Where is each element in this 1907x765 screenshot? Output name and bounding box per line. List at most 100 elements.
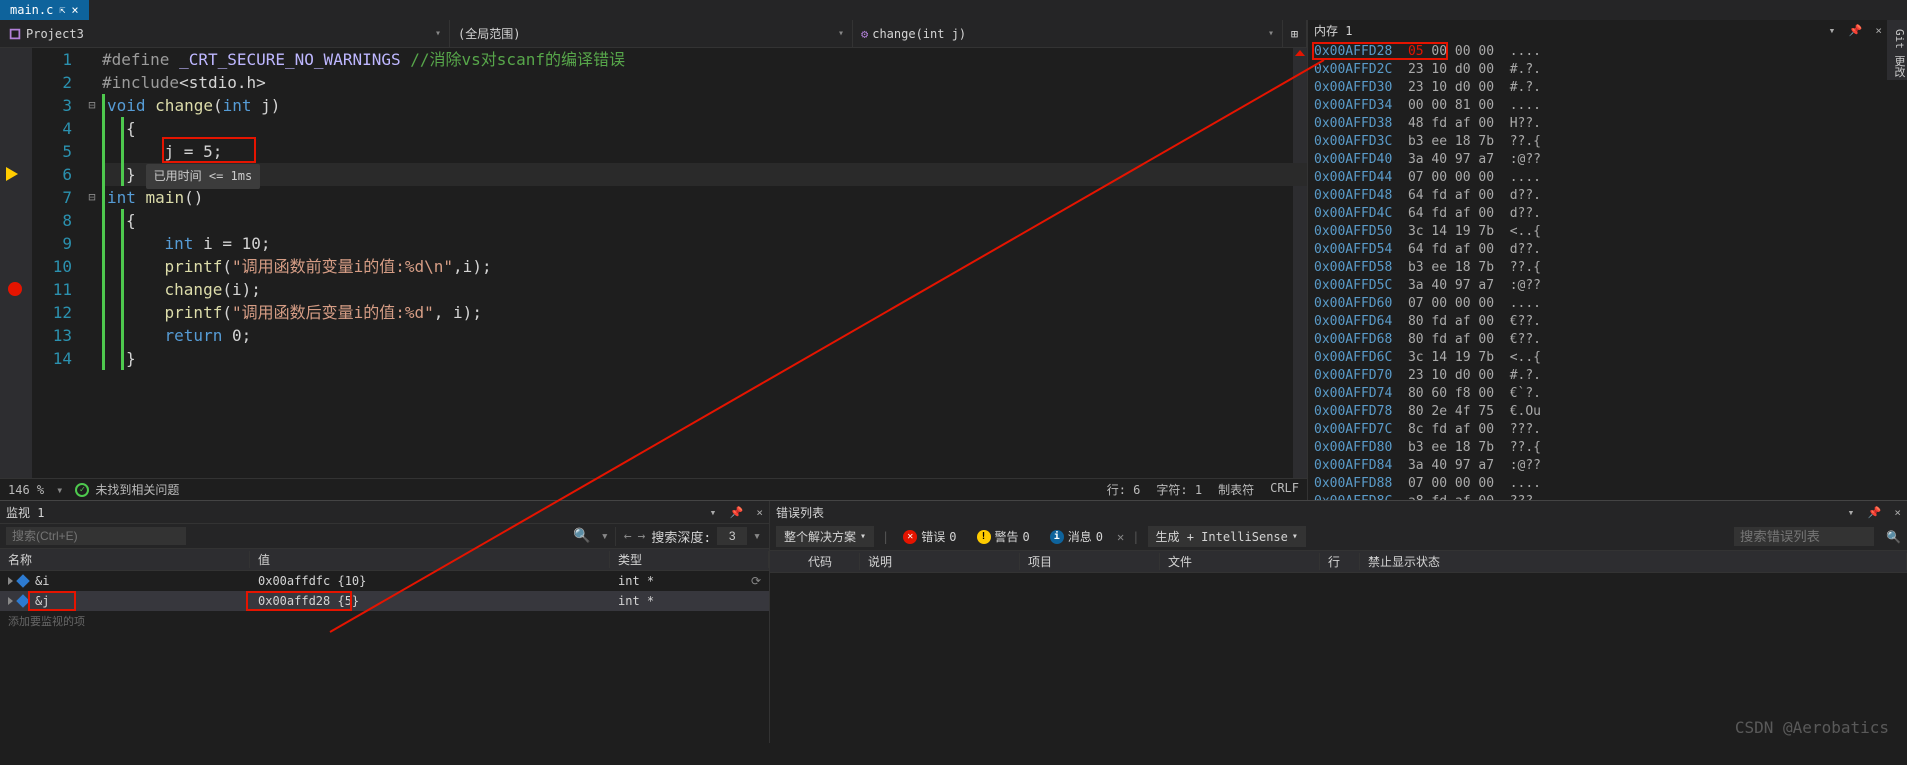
search-icon[interactable]: 🔍	[573, 528, 590, 544]
close-icon[interactable]: ×	[1875, 24, 1882, 37]
messages-filter-button[interactable]: i 消息 0	[1044, 526, 1109, 547]
watch-col-type[interactable]: 类型	[610, 551, 769, 568]
err-col-proj[interactable]: 项目	[1020, 553, 1160, 570]
code-line[interactable]: #define _CRT_SECURE_NO_WARNINGS //消除vs对s…	[102, 48, 1307, 71]
project-crumb[interactable]: Project3 ▾	[0, 20, 450, 47]
pin-icon[interactable]: 📌	[1848, 24, 1862, 37]
memory-line[interactable]: 0x00AFFD58 b3 ee 18 7b ??.{	[1314, 260, 1882, 278]
pin-icon[interactable]: ⇱	[59, 5, 65, 16]
warnings-filter-button[interactable]: ! 警告 0	[971, 526, 1036, 547]
memory-line[interactable]: 0x00AFFD3C b3 ee 18 7b ??.{	[1314, 134, 1882, 152]
err-col-sup[interactable]: 禁止显示状态	[1360, 553, 1907, 570]
errors-filter-label: 错误	[921, 528, 945, 545]
code-line[interactable]: {	[102, 209, 1307, 232]
memory-line[interactable]: 0x00AFFD88 07 00 00 00 ....	[1314, 476, 1882, 494]
err-col-desc[interactable]: 说明	[860, 553, 1020, 570]
window-menu-icon[interactable]: ▾	[1829, 24, 1836, 37]
expand-icon[interactable]	[8, 597, 13, 605]
watch-row[interactable]: &j0x00affd28 {5}int *	[0, 591, 769, 611]
line-number: 6	[32, 163, 72, 186]
watch-col-value[interactable]: 值	[250, 551, 610, 568]
memory-line[interactable]: 0x00AFFD78 80 2e 4f 75 €.Ou	[1314, 404, 1882, 422]
memory-line[interactable]: 0x00AFFD84 3a 40 97 a7 :@??	[1314, 458, 1882, 476]
memory-line[interactable]: 0x00AFFD68 80 fd af 00 €??.	[1314, 332, 1882, 350]
code-editor[interactable]: 1234567891011121314 ⊟⊟ #define _CRT_SECU…	[0, 48, 1307, 478]
execution-pointer-icon	[6, 167, 18, 181]
expand-icon[interactable]	[8, 577, 13, 585]
zoom-level[interactable]: 146 %	[8, 483, 44, 497]
chevron-down-icon[interactable]: ▾	[753, 529, 761, 544]
split-icon[interactable]: ⊞	[1283, 20, 1307, 47]
watch-add-item[interactable]: 添加要监视的项	[0, 611, 769, 631]
watch-search-input[interactable]	[6, 527, 186, 545]
code-line[interactable]: change(i);	[102, 278, 1307, 301]
build-source-dropdown[interactable]: 生成 + IntelliSense ▾	[1148, 526, 1306, 547]
code-line[interactable]: int main()	[102, 186, 1307, 209]
clear-filter-icon[interactable]: ✕	[1117, 530, 1124, 544]
code-line[interactable]: printf("调用函数后变量i的值:%d", i);	[102, 301, 1307, 324]
error-search-input[interactable]	[1734, 527, 1874, 546]
memory-line[interactable]: 0x00AFFD54 64 fd af 00 d??.	[1314, 242, 1882, 260]
window-menu-icon[interactable]: ▾	[710, 506, 717, 519]
memory-line[interactable]: 0x00AFFD80 b3 ee 18 7b ??.{	[1314, 440, 1882, 458]
pin-icon[interactable]: 📌	[729, 506, 743, 519]
breakpoint-icon[interactable]	[8, 282, 22, 296]
code-line[interactable]: }	[102, 347, 1307, 370]
nav-next-icon[interactable]: →	[638, 529, 646, 544]
memory-line[interactable]: 0x00AFFD8C a8 fd af 00 ???.	[1314, 494, 1882, 500]
watch-col-name[interactable]: 名称	[0, 551, 250, 568]
memory-line[interactable]: 0x00AFFD2C 23 10 d0 00 #.?.	[1314, 62, 1882, 80]
memory-line[interactable]: 0x00AFFD38 48 fd af 00 H??.	[1314, 116, 1882, 134]
memory-line[interactable]: 0x00AFFD50 3c 14 19 7b <..{	[1314, 224, 1882, 242]
close-icon[interactable]: ×	[71, 3, 78, 17]
err-col-line[interactable]: 行	[1320, 553, 1360, 570]
watch-row[interactable]: &i0x00affdfc {10}int *⟳	[0, 571, 769, 591]
memory-view[interactable]: 0x00AFFD28 05 00 00 00 ....0x00AFFD2C 23…	[1308, 40, 1888, 500]
fold-icon[interactable]: ⊟	[82, 186, 102, 209]
scope-crumb[interactable]: (全局范围) ▾	[450, 20, 853, 47]
err-col-code[interactable]: 代码	[800, 553, 860, 570]
git-changes-tab[interactable]: Git 更改	[1887, 20, 1907, 80]
code-line[interactable]: return 0;	[102, 324, 1307, 347]
code-line[interactable]: int i = 10;	[102, 232, 1307, 255]
pin-icon[interactable]: 📌	[1867, 506, 1881, 519]
build-source-label: 生成 + IntelliSense	[1156, 528, 1288, 545]
error-scope-dropdown[interactable]: 整个解决方案 ▾	[776, 526, 874, 547]
watch-grid[interactable]: 名称 值 类型 &i0x00affdfc {10}int *⟳&j0x00aff…	[0, 549, 769, 743]
window-menu-icon[interactable]: ▾	[1848, 506, 1855, 519]
errors-filter-button[interactable]: ✕ 错误 0	[897, 526, 962, 547]
code-line[interactable]: #include<stdio.h>	[102, 71, 1307, 94]
err-col-file[interactable]: 文件	[1160, 553, 1320, 570]
code-line[interactable]: void change(int j)	[102, 94, 1307, 117]
refresh-icon[interactable]: ⟳	[751, 574, 761, 588]
close-icon[interactable]: ×	[756, 506, 763, 519]
memory-line[interactable]: 0x00AFFD64 80 fd af 00 €??.	[1314, 314, 1882, 332]
memory-line[interactable]: 0x00AFFD48 64 fd af 00 d??.	[1314, 188, 1882, 206]
memory-line[interactable]: 0x00AFFD70 23 10 d0 00 #.?.	[1314, 368, 1882, 386]
memory-line[interactable]: 0x00AFFD60 07 00 00 00 ....	[1314, 296, 1882, 314]
code-line[interactable]: printf("调用函数前变量i的值:%d\n",i);	[102, 255, 1307, 278]
depth-input[interactable]	[717, 527, 747, 545]
memory-line[interactable]: 0x00AFFD40 3a 40 97 a7 :@??	[1314, 152, 1882, 170]
close-icon[interactable]: ×	[1894, 506, 1901, 519]
code-line[interactable]: }已用时间 <= 1ms	[102, 163, 1307, 186]
code-line[interactable]: {	[102, 117, 1307, 140]
memory-line[interactable]: 0x00AFFD34 00 00 81 00 ....	[1314, 98, 1882, 116]
memory-line[interactable]: 0x00AFFD4C 64 fd af 00 d??.	[1314, 206, 1882, 224]
memory-line[interactable]: 0x00AFFD6C 3c 14 19 7b <..{	[1314, 350, 1882, 368]
chevron-down-icon: ▾	[1268, 28, 1274, 39]
code-line[interactable]: j = 5;	[102, 140, 1307, 163]
memory-line[interactable]: 0x00AFFD7C 8c fd af 00 ???.	[1314, 422, 1882, 440]
chevron-down-icon[interactable]: ▾	[601, 529, 609, 544]
memory-line[interactable]: 0x00AFFD74 80 60 f8 00 €`?.	[1314, 386, 1882, 404]
fold-icon[interactable]: ⊟	[82, 94, 102, 117]
function-crumb[interactable]: ⚙ change(int j) ▾	[853, 20, 1283, 47]
file-tab[interactable]: main.c ⇱ ×	[0, 0, 89, 20]
search-icon[interactable]: 🔍	[1886, 530, 1901, 544]
nav-prev-icon[interactable]: ←	[624, 529, 632, 544]
memory-line[interactable]: 0x00AFFD30 23 10 d0 00 #.?.	[1314, 80, 1882, 98]
memory-line[interactable]: 0x00AFFD44 07 00 00 00 ....	[1314, 170, 1882, 188]
chevron-down-icon[interactable]: ▾	[56, 483, 63, 497]
warnings-filter-label: 警告	[995, 528, 1019, 545]
memory-line[interactable]: 0x00AFFD5C 3a 40 97 a7 :@??	[1314, 278, 1882, 296]
